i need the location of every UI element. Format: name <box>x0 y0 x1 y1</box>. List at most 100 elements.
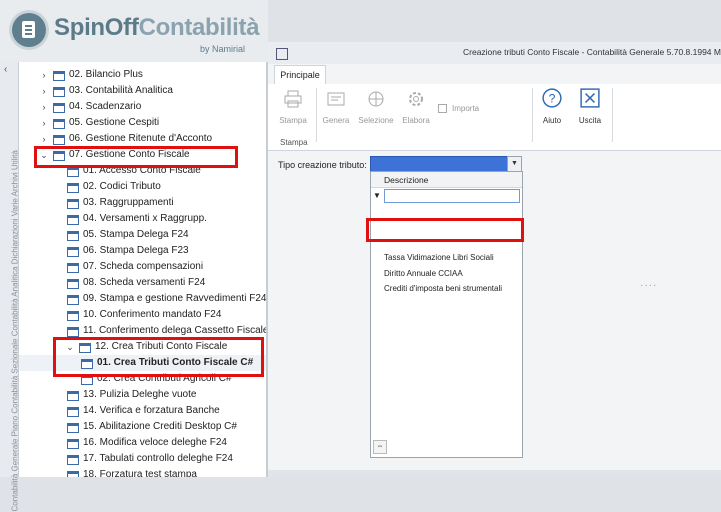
chevron-right-icon[interactable]: › <box>39 83 49 99</box>
window-title: Creazione tributi Conto Fiscale - Contab… <box>463 47 721 57</box>
genera-button[interactable]: Genera <box>320 90 352 125</box>
tree-node-icon <box>67 167 79 177</box>
tree-item[interactable]: 14. Verifica e forzatura Banche <box>19 403 266 419</box>
tree-item-label: 03. Raggruppamenti <box>83 197 174 208</box>
tree-item[interactable]: 06. Stampa Delega F23 <box>19 243 266 259</box>
genera-label: Genera <box>322 116 350 125</box>
chevron-right-icon[interactable]: › <box>39 67 49 83</box>
option-crediti-imposta[interactable]: Crediti d'imposta beni strumentali <box>384 282 522 296</box>
tree-item-label: 10. Conferimento mandato F24 <box>83 309 222 320</box>
logo-text: SpinOffContabilità <box>54 14 260 42</box>
option-diritto-annuale[interactable]: Diritto Annuale CCIAA <box>384 267 522 281</box>
combo-dropdown-popup: Descrizione ▼ Tassa Vidimazione Libri So… <box>370 171 523 458</box>
tree-node-icon <box>67 455 79 465</box>
tree-node-icon <box>67 247 79 257</box>
tree-item-label: 18. Forzatura test stampa <box>83 469 197 477</box>
stampa-button[interactable]: Stampa <box>276 90 310 125</box>
tree-item-label: 16. Modifica veloce deleghe F24 <box>83 437 227 448</box>
tree-item-label: 07. Scheda compensazioni <box>83 261 204 272</box>
popup-column-header[interactable]: Descrizione <box>371 172 522 188</box>
tree-item-label: 13. Pulizia Deleghe vuote <box>83 389 197 400</box>
tipo-creazione-combo[interactable] <box>370 156 522 172</box>
tree-item-label: 02. Bilancio Plus <box>69 69 143 80</box>
gear-icon <box>409 92 423 106</box>
status-bar <box>268 470 721 477</box>
elabora-button[interactable]: Elabora <box>398 90 434 125</box>
tree-item[interactable]: › 04. Scadenzario <box>19 99 266 115</box>
chevron-right-icon[interactable]: › <box>39 115 49 131</box>
navigation-tree: › 02. Bilancio Plus › 03. Contabilità Anali… <box>19 62 266 477</box>
tab-principale[interactable]: Principale <box>274 65 326 85</box>
side-strip[interactable]: Contabilità Generale Piano Contabilità S… <box>0 62 20 512</box>
tree-item-label: 03. Contabilità Analitica <box>69 85 173 96</box>
tree-item[interactable]: 18. Forzatura test stampa <box>19 467 266 477</box>
aiuto-label: Aiuto <box>542 116 562 125</box>
tree-item-label: 05. Gestione Cespiti <box>69 117 160 128</box>
popup-resize-icon[interactable]: ⇔ <box>373 440 387 454</box>
tree-item[interactable]: › 02. Bilancio Plus <box>19 67 266 83</box>
option-tassa-vidimazione[interactable]: Tassa Vidimazione Libri Sociali <box>384 251 522 265</box>
tree-item[interactable]: › 06. Gestione Ritenute d'Acconto <box>19 131 266 147</box>
uscita-button[interactable]: Uscita <box>574 88 606 125</box>
ribbon-separator <box>532 88 533 142</box>
ribbon-tabs <box>268 64 721 85</box>
tree-node-icon <box>67 215 79 225</box>
grid-icon <box>368 91 384 107</box>
tree-item-label: 14. Verifica e forzatura Banche <box>83 405 220 416</box>
chevron-right-icon[interactable]: › <box>39 131 49 147</box>
window-icon <box>276 48 288 60</box>
tree-item[interactable]: 15. Abilitazione Crediti Desktop C# <box>19 419 266 435</box>
tree-node-icon <box>67 327 79 337</box>
tree-item[interactable]: 17. Tabulati controllo deleghe F24 <box>19 451 266 467</box>
collapse-panel-icon[interactable]: ‹ <box>4 64 7 75</box>
ribbon: Stampa Genera Selezione Elabora Importa … <box>268 84 721 151</box>
tree-node-icon <box>53 119 65 129</box>
tree-item[interactable]: 16. Modifica veloce deleghe F24 <box>19 435 266 451</box>
stampa-label: Stampa <box>279 116 307 125</box>
combo-dropdown-button[interactable]: ▼ <box>507 156 522 172</box>
highlight-diritto-annuale <box>366 218 524 242</box>
tree-node-icon <box>67 423 79 433</box>
logo-text-spinoff: SpinOff <box>54 14 139 41</box>
tree-item[interactable]: › 05. Gestione Cespiti <box>19 115 266 131</box>
tree-node-icon <box>67 407 79 417</box>
chevron-right-icon[interactable]: › <box>39 99 49 115</box>
tree-item-label: 09. Stampa e gestione Ravvedimenti F24 <box>83 293 266 304</box>
tree-item-label: 05. Stampa Delega F24 <box>83 229 189 240</box>
importa-label: Importa <box>452 104 480 113</box>
tree-item-label: 08. Scheda versamenti F24 <box>83 277 206 288</box>
tree-item[interactable]: 13. Pulizia Deleghe vuote <box>19 387 266 403</box>
logo-subtitle: by Namirial <box>200 44 246 54</box>
tree-item[interactable]: 05. Stampa Delega F24 <box>19 227 266 243</box>
highlight-gestione-conto-fiscale <box>34 146 238 168</box>
tree-item-label: 02. Codici Tributo <box>83 181 161 192</box>
importa-icon <box>438 104 447 114</box>
tree-item[interactable]: 02. Codici Tributo <box>19 179 266 195</box>
elabora-label: Elabora <box>402 116 430 125</box>
tree-item-label: 04. Versamenti x Raggrupp. <box>83 213 207 224</box>
tree-item[interactable]: 10. Conferimento mandato F24 <box>19 307 266 323</box>
tree-item[interactable]: 07. Scheda compensazioni <box>19 259 266 275</box>
tree-node-icon <box>53 103 65 113</box>
window-titlebar[interactable]: Creazione tributi Conto Fiscale - Contab… <box>268 42 721 64</box>
tree-item[interactable]: 03. Raggruppamenti <box>19 195 266 211</box>
tree-item[interactable]: 08. Scheda versamenti F24 <box>19 275 266 291</box>
tree-item[interactable]: 09. Stampa e gestione Ravvedimenti F24 <box>19 291 266 307</box>
tree-item[interactable]: › 03. Contabilità Analitica <box>19 83 266 99</box>
popup-filter-input[interactable] <box>384 189 520 203</box>
filter-row-indicator-icon: ▼ <box>373 191 381 200</box>
tree-item[interactable]: 04. Versamenti x Raggrupp. <box>19 211 266 227</box>
selezione-button[interactable]: Selezione <box>356 90 396 125</box>
ribbon-separator <box>612 88 613 142</box>
selezione-label: Selezione <box>358 116 394 125</box>
close-icon <box>580 88 600 108</box>
tree-node-icon <box>53 87 65 97</box>
ribbon-group-stampa: Stampa <box>280 138 308 147</box>
ribbon-separator <box>316 88 317 142</box>
aiuto-button[interactable]: ? Aiuto <box>536 88 568 125</box>
highlight-crea-tributi <box>53 337 264 377</box>
importa-button[interactable]: Importa <box>438 104 488 114</box>
tree-item-label: 15. Abilitazione Crediti Desktop C# <box>83 421 237 432</box>
tree-node-icon <box>67 199 79 209</box>
tree-item-label: 17. Tabulati controllo deleghe F24 <box>83 453 233 464</box>
